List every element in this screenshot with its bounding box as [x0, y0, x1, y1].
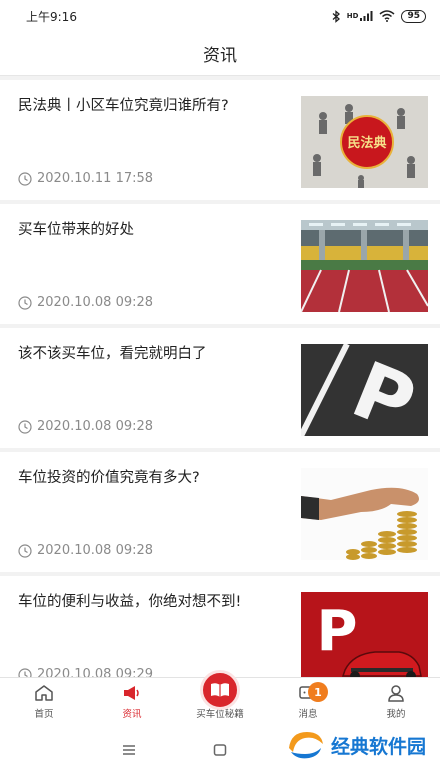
news-time-text: 2020.10.08 09:28 — [37, 295, 154, 310]
page-header: 资讯 — [0, 32, 440, 76]
news-thumbnail: 民法典 — [301, 96, 428, 188]
news-item[interactable]: 该不该买车位，看完就明白了 2020.10.08 09:28 P — [0, 328, 440, 448]
news-time: 2020.10.08 09:28 — [18, 543, 153, 558]
news-time-text: 2020.10.08 09:28 — [37, 543, 154, 558]
clock-icon — [18, 543, 32, 558]
tab-profile[interactable]: 我的 — [352, 678, 440, 725]
tab-label: 首页 — [34, 709, 54, 720]
status-bar: 上午9:16 HD 95 — [0, 0, 440, 32]
megaphone-icon — [122, 683, 142, 703]
thumbnail-text: P — [316, 599, 357, 664]
tab-label: 我的 — [386, 709, 406, 720]
news-time: 2020.10.08 09:28 — [18, 295, 153, 310]
tab-label: 资讯 — [122, 709, 142, 720]
wifi-icon — [379, 10, 395, 22]
news-title: 车位的便利与收益，你绝对想不到! — [18, 594, 242, 610]
home-icon — [34, 683, 54, 703]
news-item[interactable]: 民法典丨小区车位究竟归谁所有? 2020.10.11 17:58 民法典 — [0, 80, 440, 200]
book-icon — [200, 670, 240, 710]
news-time: 2020.10.11 17:58 — [18, 171, 153, 186]
battery-icon: 95 — [401, 9, 426, 23]
menu-icon[interactable] — [122, 741, 136, 760]
watermark-text: 经典软件园 — [330, 735, 426, 758]
news-title: 车位投资的价值究竟有多大? — [18, 470, 200, 486]
tab-messages[interactable]: 1 消息 — [264, 678, 352, 725]
status-time: 上午9:16 — [26, 9, 77, 24]
news-title: 买车位带来的好处 — [18, 222, 134, 238]
news-title: 民法典丨小区车位究竟归谁所有? — [18, 98, 229, 114]
tab-home[interactable]: 首页 — [0, 678, 88, 725]
signal-icon: HD — [347, 10, 374, 22]
home-square-icon[interactable] — [213, 741, 227, 760]
news-thumbnail — [301, 220, 428, 312]
news-thumbnail: P — [301, 592, 428, 684]
news-list: 民法典丨小区车位究竟归谁所有? 2020.10.11 17:58 民法典 买车位… — [0, 80, 440, 700]
bluetooth-icon — [332, 9, 341, 23]
tab-news[interactable]: 资讯 — [88, 678, 176, 725]
page-title: 资讯 — [203, 46, 237, 66]
news-item[interactable]: 车位投资的价值究竟有多大? 2020.10.08 09:28 — [0, 452, 440, 572]
tab-guide[interactable]: 买车位秘籍 — [176, 670, 264, 725]
clock-icon — [18, 171, 32, 186]
news-title: 该不该买车位，看完就明白了 — [18, 346, 207, 362]
watermark-logo: 经典软件园 — [285, 728, 426, 762]
thumbnail-text: 民法典 — [347, 135, 386, 151]
news-time: 2020.10.08 09:28 — [18, 419, 153, 434]
signal-label: HD — [346, 12, 359, 20]
person-icon — [386, 683, 406, 703]
message-badge: 1 — [308, 682, 328, 702]
clock-icon — [18, 419, 32, 434]
news-thumbnail — [301, 468, 428, 560]
news-time-text: 2020.10.08 09:28 — [37, 419, 154, 434]
watermark-icon — [288, 732, 323, 759]
bottom-tab-bar: 首页 资讯 买车位秘籍 1 消息 我的 — [0, 670, 440, 725]
news-time-text: 2020.10.11 17:58 — [37, 171, 154, 186]
status-icons: HD 95 — [332, 9, 426, 23]
tab-label: 消息 — [298, 709, 318, 720]
news-item[interactable]: 买车位带来的好处 2020.10.08 09:28 — [0, 204, 440, 324]
news-thumbnail: P — [301, 344, 428, 436]
clock-icon — [18, 295, 32, 310]
